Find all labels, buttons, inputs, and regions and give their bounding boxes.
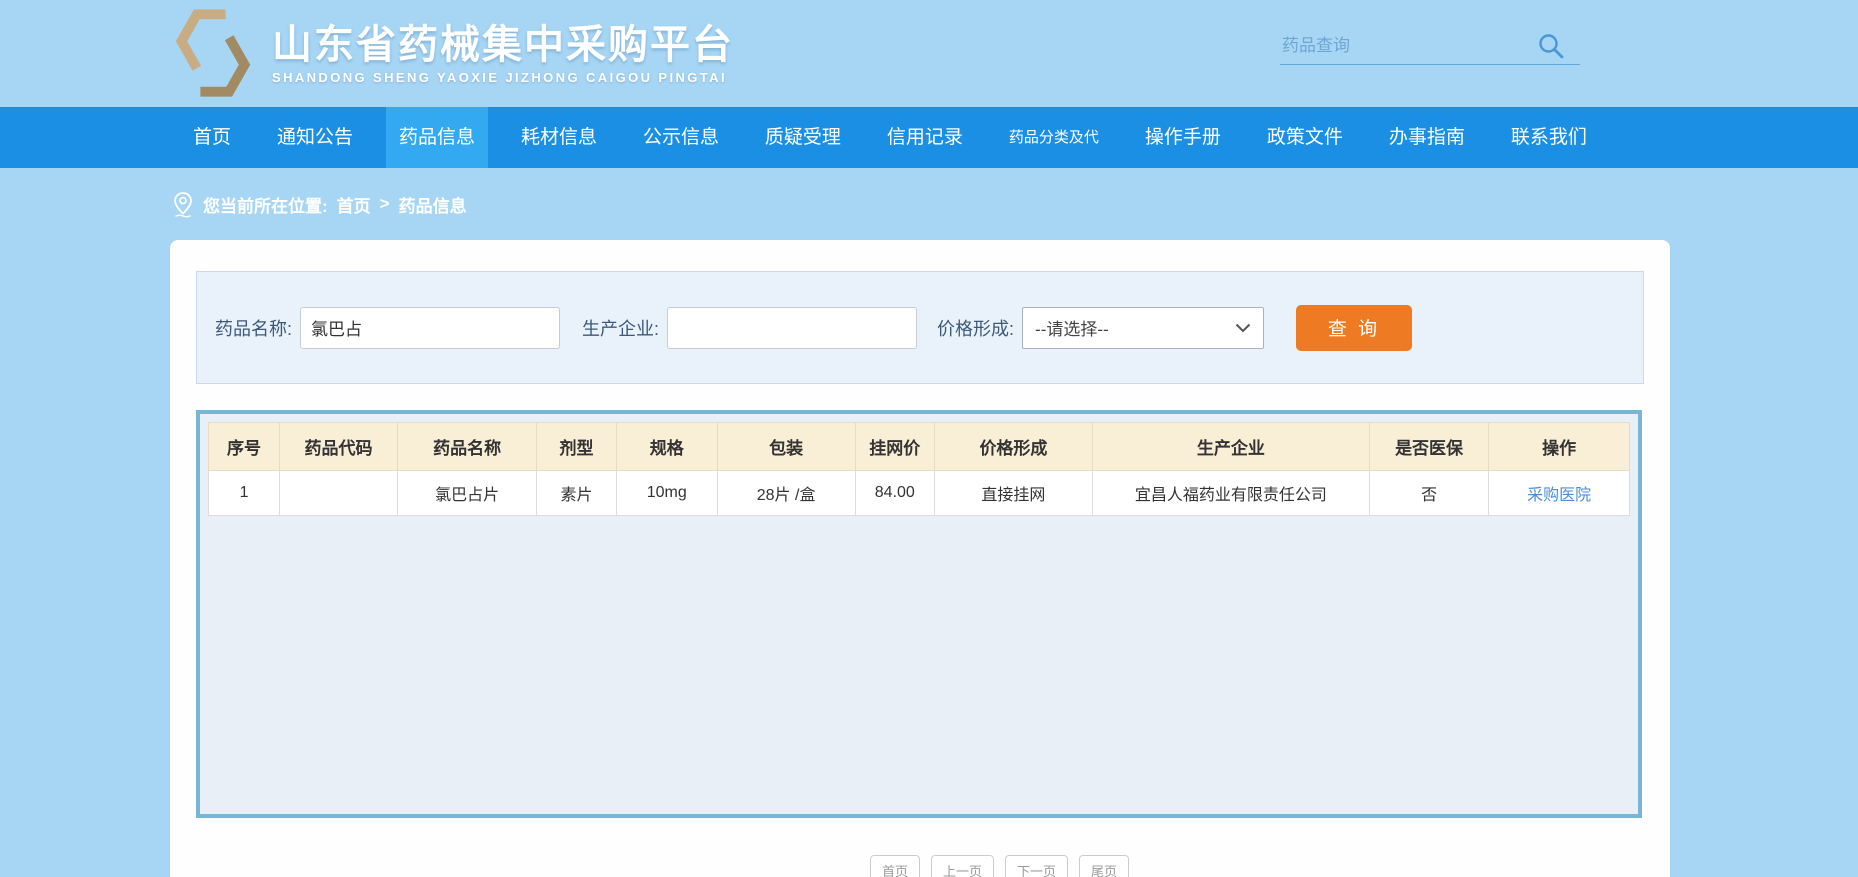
nav-item[interactable]: 操作手册 bbox=[1132, 107, 1234, 168]
site-subtitle: SHANDONG SHENG YAOXIE JIZHONG CAIGOU PIN… bbox=[272, 69, 727, 85]
nav-item[interactable]: 耗材信息 bbox=[508, 107, 610, 168]
site-logo: 山东省药械集中采购平台 SHANDONG SHENG YAOXIE JIZHON… bbox=[168, 8, 734, 98]
table-header-cell: 剂型 bbox=[536, 422, 617, 471]
logo-text: 山东省药械集中采购平台 SHANDONG SHENG YAOXIE JIZHON… bbox=[272, 22, 734, 85]
table-header-cell: 药品名称 bbox=[396, 422, 538, 471]
table-header-row: 序号 药品代码 药品名称 剂型 规格 包装 挂网价 价格形成 生产企业 是否医保 操作 bbox=[207, 422, 1630, 471]
table-header-cell: 药品代码 bbox=[279, 422, 398, 471]
breadcrumb: 您当前所在位置: 首页 > 药品信息 bbox=[172, 168, 467, 240]
page-prev-button[interactable]: 上一页 bbox=[931, 855, 995, 877]
breadcrumb-home-link[interactable]: 首页 bbox=[337, 192, 371, 217]
nav-item[interactable]: 质疑受理 bbox=[752, 107, 854, 168]
manufacturer-input[interactable] bbox=[667, 306, 918, 349]
table-header-cell: 是否医保 bbox=[1368, 422, 1490, 471]
nav-item[interactable]: 公示信息 bbox=[630, 107, 732, 168]
table-cell: 10mg bbox=[615, 470, 718, 516]
header-search bbox=[1280, 28, 1580, 65]
page-first-button[interactable]: 首页 bbox=[870, 855, 921, 877]
top-header: 山东省药械集中采购平台 SHANDONG SHENG YAOXIE JIZHON… bbox=[0, 0, 1858, 107]
nav-item[interactable]: 联系我们 bbox=[1498, 107, 1600, 168]
results-table: 序号 药品代码 药品名称 剂型 规格 包装 挂网价 价格形成 生产企业 是否医保 操作 1 氯巴占片素… bbox=[207, 422, 1630, 516]
nav-item[interactable]: 药品分类及代 bbox=[996, 107, 1112, 168]
table-cell: 直接挂网 bbox=[934, 470, 1093, 516]
price-type-selected-value: --请选择-- bbox=[1035, 320, 1109, 339]
purchase-hospital-link[interactable]: 采购医院 bbox=[1527, 487, 1591, 504]
table-cell-action: 采购医院 bbox=[1488, 470, 1630, 516]
drug-name-input[interactable] bbox=[300, 306, 561, 349]
results-table-container: 序号 药品代码 药品名称 剂型 规格 包装 挂网价 价格形成 生产企业 是否医保 操作 1 氯巴占片素… bbox=[196, 410, 1642, 818]
table-cell: 1 bbox=[207, 470, 281, 516]
price-type-label: 价格形成: bbox=[937, 318, 1015, 339]
search-icon[interactable] bbox=[1536, 31, 1566, 61]
breadcrumb-prefix: 您当前所在位置: bbox=[203, 196, 328, 216]
query-button[interactable]: 查 询 bbox=[1296, 304, 1413, 351]
table-header-cell: 价格形成 bbox=[934, 422, 1093, 471]
main-panel: 药品名称: 生产企业: 价格形成: --请选择-- 查 询 序号药品代码药品名称… bbox=[170, 240, 1670, 877]
nav-item[interactable]: 首页 bbox=[180, 107, 244, 168]
chevron-down-icon bbox=[1235, 323, 1251, 332]
table-row: 1 氯巴占片 素片 10mg 28片 /盒 84.00 直接挂网 宜昌人福药业有限责任公司否 采… bbox=[207, 470, 1630, 516]
table-header-cell: 规格 bbox=[615, 422, 718, 471]
table-cell: 宜昌人福药业有限责任公司 bbox=[1091, 470, 1370, 516]
breadcrumb-current: 药品信息 bbox=[398, 196, 467, 216]
header-search-input[interactable] bbox=[1280, 35, 1536, 57]
nav-items: 首页 通知公告 药品信息 耗材信息 公示信息 质疑受理 信用记录 药品分类及代 操作手册 政策文件… bbox=[180, 107, 1600, 168]
table-header-cell: 挂网价 bbox=[854, 422, 936, 471]
logo-icon bbox=[175, 9, 251, 97]
page-last-button[interactable]: 尾页 bbox=[1079, 855, 1130, 877]
breadcrumb-separator: > bbox=[379, 194, 390, 213]
nav-item[interactable]: 信用记录 bbox=[874, 107, 976, 168]
table-header-cell: 生产企业 bbox=[1091, 422, 1370, 471]
price-type-select[interactable]: --请选择-- bbox=[1022, 306, 1265, 349]
table-cell: 素片 bbox=[536, 470, 617, 516]
nav-item[interactable]: 办事指南 bbox=[1376, 107, 1478, 168]
site-title: 山东省药械集中采购平台 bbox=[272, 22, 734, 67]
nav-item[interactable]: 通知公告 bbox=[264, 107, 366, 168]
main-nav: 首页 通知公告 药品信息 耗材信息 公示信息 质疑受理 信用记录 药品分类及代 操作手册 政策文件… bbox=[0, 107, 1858, 168]
location-pin-icon bbox=[174, 191, 192, 218]
table-cell: 氯巴占片 bbox=[396, 470, 538, 516]
table-header-cell: 序号 bbox=[207, 422, 281, 471]
manufacturer-label: 生产企业: bbox=[582, 318, 660, 339]
table-header-cell: 操作 bbox=[1488, 422, 1630, 471]
drug-name-label: 药品名称: bbox=[215, 318, 293, 339]
filter-panel: 药品名称: 生产企业: 价格形成: --请选择-- 查 询 bbox=[196, 271, 1644, 384]
pagination: 首页 上一页 下一页 尾页 bbox=[870, 855, 1130, 877]
table-header-cell: 包装 bbox=[716, 422, 856, 471]
page: 山东省药械集中采购平台 SHANDONG SHENG YAOXIE JIZHON… bbox=[0, 0, 1858, 877]
nav-item[interactable]: 政策文件 bbox=[1254, 107, 1356, 168]
nav-item-active[interactable]: 药品信息 bbox=[385, 107, 488, 168]
table-cell: 84.00 bbox=[854, 470, 936, 516]
table-cell: 否 bbox=[1368, 470, 1490, 516]
table-cell: 28片 /盒 bbox=[716, 470, 856, 516]
table-cell bbox=[279, 470, 398, 516]
page-next-button[interactable]: 下一页 bbox=[1005, 855, 1069, 877]
